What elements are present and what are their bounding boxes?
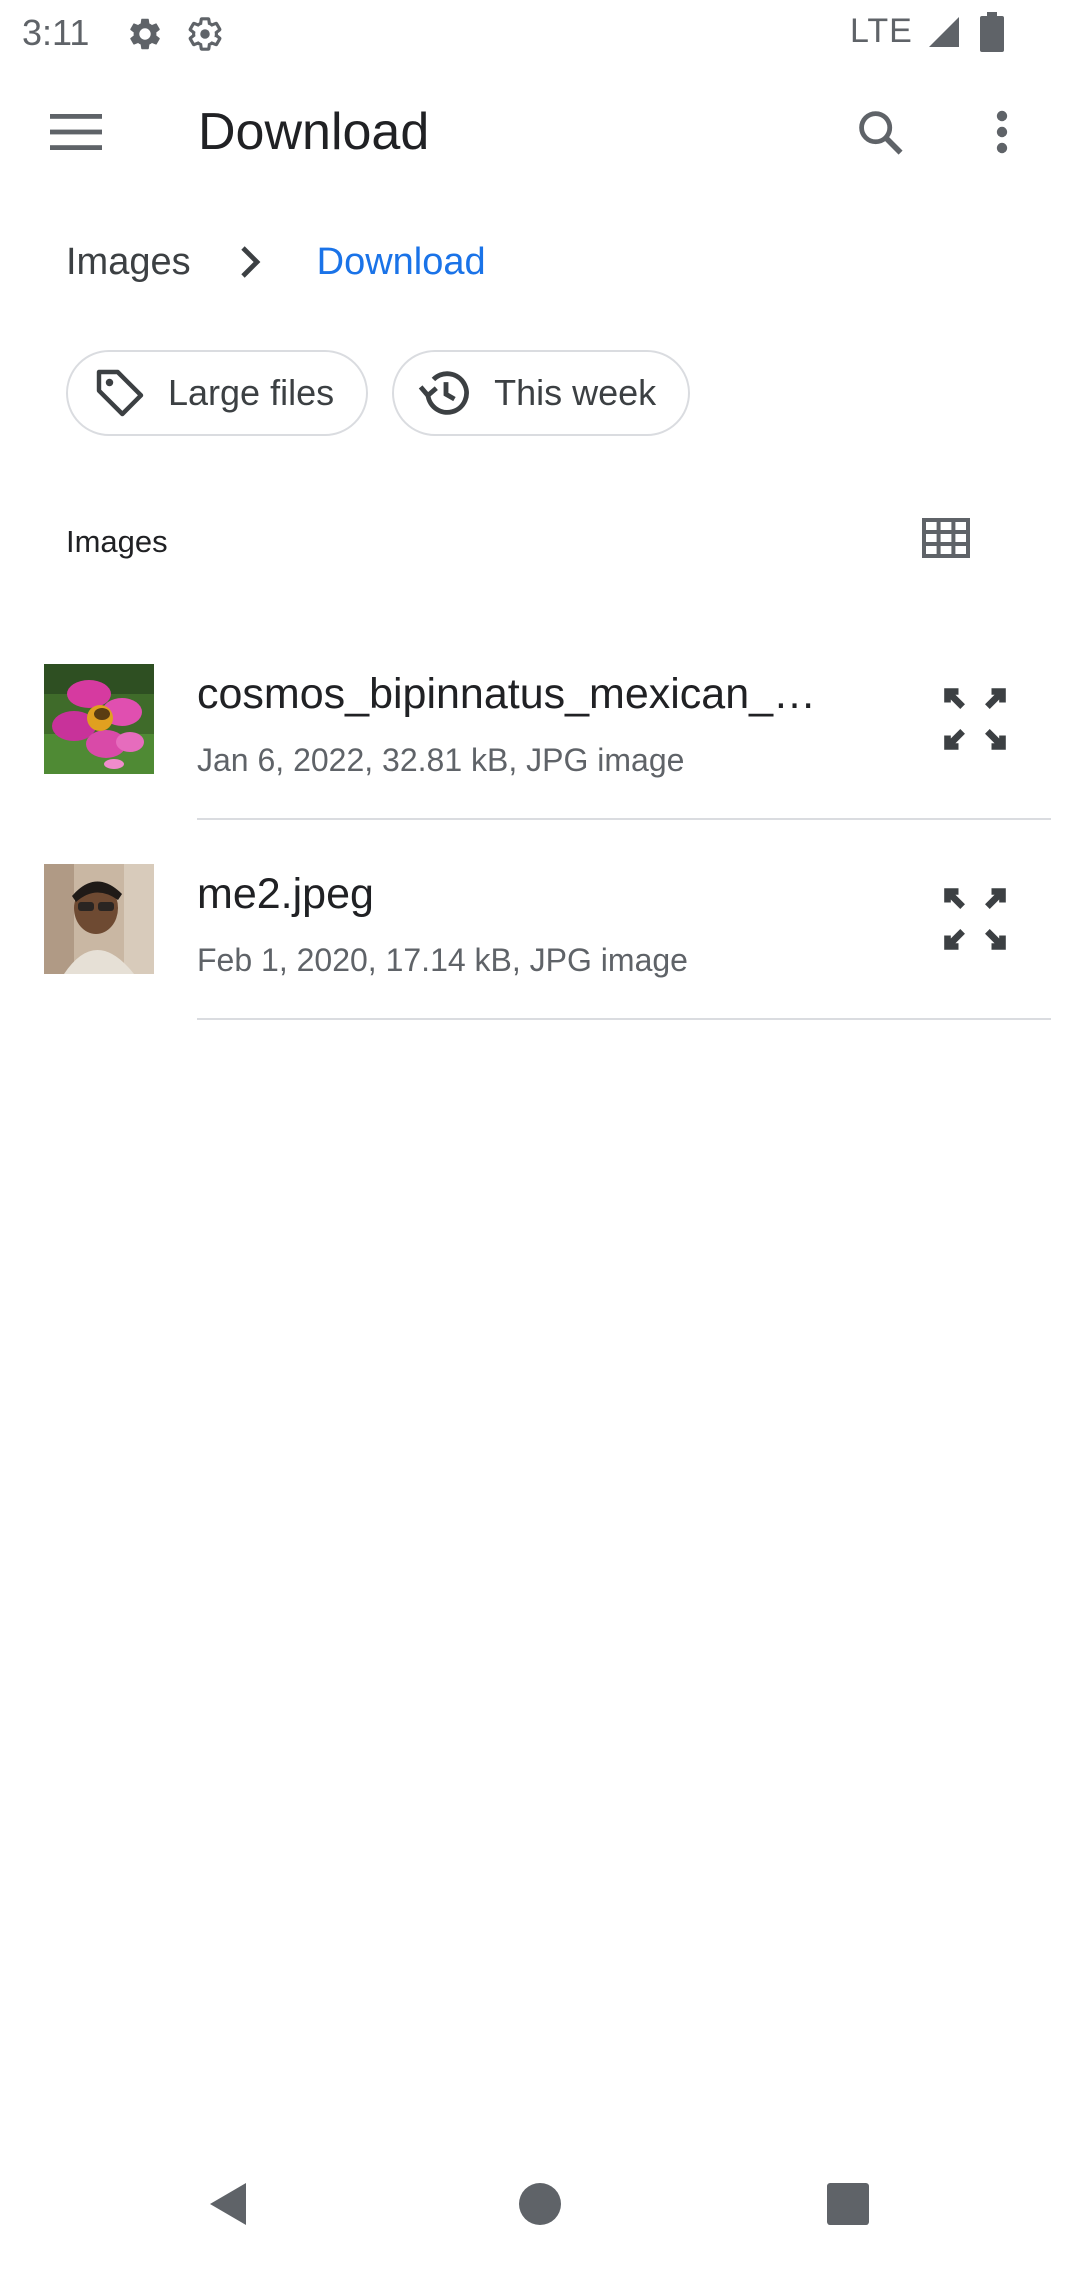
history-icon bbox=[416, 363, 476, 423]
expand-icon bbox=[942, 886, 1008, 957]
chip-label: Large files bbox=[168, 372, 335, 413]
menu-button[interactable] bbox=[36, 98, 116, 170]
chip-large-files[interactable]: Large files bbox=[66, 350, 369, 436]
file-thumbnail-person bbox=[44, 864, 154, 974]
chip-label: This week bbox=[494, 372, 657, 413]
filter-chips: Large files This week bbox=[66, 350, 691, 436]
view-toggle-button[interactable] bbox=[906, 500, 986, 580]
grid-view-icon bbox=[922, 517, 970, 563]
home-button[interactable] bbox=[508, 2174, 572, 2238]
more-options-button[interactable] bbox=[962, 94, 1042, 174]
preview-button[interactable] bbox=[930, 676, 1020, 766]
tag-icon bbox=[90, 363, 150, 423]
file-meta: Feb 1, 2020, 17.14 kB, JPG image bbox=[197, 942, 688, 978]
settings-outline-icon bbox=[186, 15, 224, 53]
more-vert-icon bbox=[994, 108, 1010, 161]
network-type: LTE bbox=[850, 12, 913, 50]
divider bbox=[197, 1018, 1051, 1020]
breadcrumb-images[interactable]: Images bbox=[66, 241, 191, 284]
file-meta: Jan 6, 2022, 32.81 kB, JPG image bbox=[197, 742, 685, 778]
status-bar: 3:11 LTE bbox=[0, 0, 1080, 66]
preview-button[interactable] bbox=[930, 876, 1020, 966]
file-thumbnail-flower bbox=[44, 664, 154, 774]
menu-icon bbox=[50, 112, 102, 157]
home-icon bbox=[519, 2182, 561, 2230]
app-bar: Download bbox=[0, 66, 1080, 202]
recents-button[interactable] bbox=[816, 2174, 880, 2238]
battery-icon bbox=[980, 12, 1004, 52]
file-list-item[interactable]: cosmos_bipinnatus_mexican_… Jan 6, 2022,… bbox=[0, 664, 1080, 864]
files-app-screen: 3:11 LTE Download Images Download Large … bbox=[0, 0, 1080, 2280]
breadcrumb-download[interactable]: Download bbox=[317, 241, 486, 284]
page-title: Download bbox=[198, 103, 430, 161]
search-button[interactable] bbox=[840, 94, 920, 174]
section-header: Images bbox=[66, 524, 168, 559]
file-list-item[interactable]: me2.jpeg Feb 1, 2020, 17.14 kB, JPG imag… bbox=[0, 864, 1080, 1064]
file-name: me2.jpeg bbox=[197, 870, 374, 918]
chip-this-week[interactable]: This week bbox=[392, 350, 691, 436]
settings-icon bbox=[126, 15, 164, 53]
file-name: cosmos_bipinnatus_mexican_… bbox=[197, 670, 817, 718]
breadcrumb: Images Download bbox=[66, 232, 486, 292]
back-button[interactable] bbox=[196, 2174, 260, 2238]
search-icon bbox=[854, 106, 906, 163]
signal-icon bbox=[926, 14, 962, 50]
navigation-bar bbox=[0, 2136, 1080, 2280]
chevron-right-icon bbox=[231, 242, 271, 282]
status-time: 3:11 bbox=[22, 12, 90, 53]
back-icon bbox=[208, 2181, 248, 2232]
expand-icon bbox=[942, 686, 1008, 757]
recents-icon bbox=[827, 2182, 869, 2230]
divider bbox=[197, 818, 1051, 820]
